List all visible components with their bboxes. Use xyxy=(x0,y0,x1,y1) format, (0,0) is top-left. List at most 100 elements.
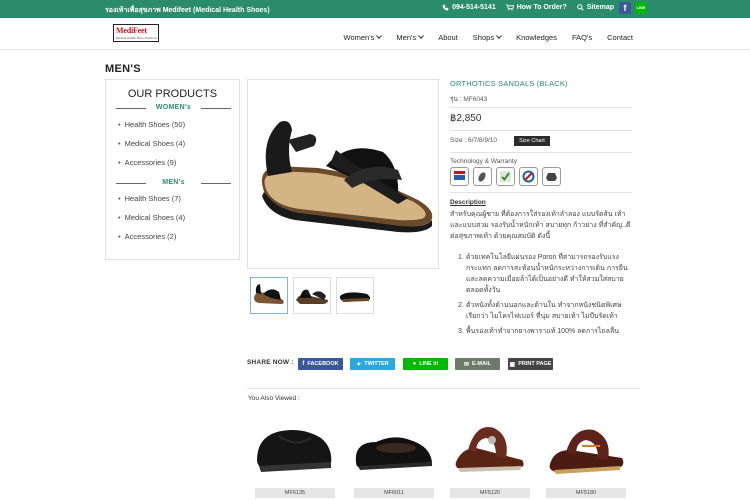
print-icon: ▣ xyxy=(509,361,516,368)
how-to-order-label: How To Order? xyxy=(516,4,567,11)
sandal-thumbnail-image xyxy=(339,292,371,302)
also-viewed-label: You Also Viewed : xyxy=(248,395,300,402)
logo-subtitle: Medical Health Shoe Solutions xyxy=(116,36,157,40)
technology-icons xyxy=(450,167,561,186)
line-icon[interactable]: LINE xyxy=(635,2,647,14)
share-facebook-button[interactable]: f FACEBOOK xyxy=(298,358,343,370)
social-links: f LINE xyxy=(619,2,647,14)
sidebar-item-women-accessories[interactable]: Accessories (9) xyxy=(118,158,177,167)
site-header: MediFeet Medical Health Shoe Solutions W… xyxy=(0,18,750,50)
nav-shops-label: Shops xyxy=(472,33,495,42)
divider xyxy=(450,107,632,108)
nav-about-label: About xyxy=(438,33,458,42)
share-label: SHARE NOW : xyxy=(247,359,294,366)
search-icon xyxy=(576,4,584,11)
main-nav: Women's Men's About Shops Knowledges FAQ… xyxy=(344,33,633,42)
sidebar-category-men: MEN's xyxy=(116,179,231,186)
nav-contact[interactable]: Contact xyxy=(607,33,633,42)
logo-text: MediFeet xyxy=(116,26,147,35)
divider xyxy=(450,130,632,131)
nav-knowledges[interactable]: Knowledges xyxy=(516,33,557,42)
nav-shops[interactable]: Shops xyxy=(472,33,502,42)
how-to-order-link[interactable]: How To Order? xyxy=(505,4,567,11)
top-bar: รองเท้าเพื่อสุขภาพ Medifeet (Medical Hea… xyxy=(0,0,750,18)
nav-faqs[interactable]: FAQ's xyxy=(572,33,592,42)
sitemap-link[interactable]: Sitemap xyxy=(576,4,614,11)
product-size: Size : 6/7/8/9/10 xyxy=(450,137,497,144)
top-links: 094-514-5141 How To Order? Sitemap xyxy=(442,4,642,11)
product-thumbnail-1[interactable] xyxy=(250,277,288,314)
print-page-label: PRINT PAGE xyxy=(518,361,552,367)
sidebar-category-women: WOMEN's xyxy=(116,104,231,111)
share-line-button[interactable]: ● LINE it! xyxy=(403,358,448,370)
product-thumbnail-3[interactable] xyxy=(336,277,374,314)
facebook-icon: f xyxy=(302,361,305,367)
print-page-button[interactable]: ▣ PRINT PAGE xyxy=(508,358,553,370)
sidebar-item-women-medical-shoes[interactable]: Medical Shoes (4) xyxy=(118,139,185,148)
site-tagline: รองเท้าเพื่อสุขภาพ Medifeet (Medical Hea… xyxy=(105,7,270,14)
share-email-label: E-MAIL xyxy=(472,361,491,367)
sandal-thumbnail-image xyxy=(296,289,328,304)
chevron-down-icon xyxy=(496,33,502,39)
nav-mens-label: Men's xyxy=(396,33,417,42)
related-product-image xyxy=(355,437,432,470)
related-product-image xyxy=(455,426,524,472)
site-logo[interactable]: MediFeet Medical Health Shoe Solutions xyxy=(113,24,159,42)
share-twitter-button[interactable]: ✦ TWITTER xyxy=(350,358,395,370)
nav-faqs-label: FAQ's xyxy=(571,33,593,42)
sandal-image xyxy=(261,121,433,233)
phone-link[interactable]: 094-514-5141 xyxy=(442,4,496,11)
anti-slip-icon xyxy=(519,167,538,186)
divider xyxy=(450,152,632,153)
sidebar-item-men-accessories[interactable]: Accessories (2) xyxy=(118,232,177,241)
size-chart-button[interactable]: Size Chart xyxy=(514,136,550,146)
product-thumbnail-2[interactable] xyxy=(293,277,331,314)
feature-item: 3. พื้นรองเท้าทำจากยางพาราแท้ 100% ลดการไ… xyxy=(458,328,620,335)
sitemap-label: Sitemap xyxy=(586,4,614,11)
nav-womens-label: Women's xyxy=(343,33,375,42)
feature-text: ด้วยเทคโนโลยีแผ่นรอง Poron ที่สามารถรองร… xyxy=(466,254,628,294)
related-product-card[interactable]: MF6135 xyxy=(251,408,335,498)
feature-item: 1. ด้วยเทคโนโลยีแผ่นรอง Poron ที่สามารถรอ… xyxy=(458,254,628,294)
nav-knowledges-label: Knowledges xyxy=(516,33,557,42)
product-name: ORTHOTICS SANDALS (BLACK) xyxy=(450,79,568,88)
phone-number: 094-514-5141 xyxy=(452,4,496,11)
product-code: รุ่น : MF6043 xyxy=(450,96,488,103)
poron-icon xyxy=(450,167,469,186)
sidebar-item-women-health-shoes[interactable]: Health Shoes (50) xyxy=(118,120,185,129)
warranty-icon xyxy=(542,167,561,186)
feature-item: 2. ตัวหนังทั้งด้านนอกและด้านใน ทำจากหนังช… xyxy=(458,302,622,320)
nav-contact-label: Contact xyxy=(607,33,633,42)
cart-icon xyxy=(505,4,514,11)
nav-mens[interactable]: Men's xyxy=(396,33,425,42)
twitter-icon: ✦ xyxy=(356,361,362,368)
product-category-sidebar: OUR PRODUCTS WOMEN's Health Shoes (50) M… xyxy=(105,79,240,260)
related-product-image xyxy=(549,429,624,474)
nav-about[interactable]: About xyxy=(438,33,458,42)
related-product-card[interactable]: MF5180 xyxy=(542,408,626,498)
share-line-label: LINE it! xyxy=(419,361,439,367)
description-label: Description xyxy=(450,199,486,206)
related-product-code: MF5120 xyxy=(450,488,530,498)
related-product-code: MF6135 xyxy=(255,488,335,498)
related-product-card[interactable]: MF6011 xyxy=(350,408,434,498)
feature-text: ตัวหนังทั้งด้านนอกและด้านใน ทำจากหนังชนิ… xyxy=(466,302,622,320)
sidebar-item-men-health-shoes[interactable]: Health Shoes (7) xyxy=(118,194,181,203)
facebook-icon[interactable]: f xyxy=(619,2,631,14)
nav-womens[interactable]: Women's xyxy=(343,33,383,42)
related-product-card[interactable]: MF5120 xyxy=(446,408,530,498)
sidebar-item-men-medical-shoes[interactable]: Medical Shoes (4) xyxy=(118,213,185,222)
email-icon: ✉ xyxy=(464,361,470,368)
footprint-icon xyxy=(473,167,492,186)
share-facebook-label: FACEBOOK xyxy=(307,361,339,367)
share-email-button[interactable]: ✉ E-MAIL xyxy=(455,358,500,370)
check-icon xyxy=(496,167,515,186)
chevron-down-icon xyxy=(376,33,383,39)
sidebar-title: OUR PRODUCTS xyxy=(127,88,218,100)
divider xyxy=(450,192,632,193)
technology-label: Technology & Warranty xyxy=(450,158,517,165)
product-main-image[interactable] xyxy=(247,79,439,269)
sandal-thumbnail-image xyxy=(254,284,284,304)
page-title: MEN'S xyxy=(105,63,141,75)
product-description: สำหรับคุณผู้ชาย ที่ต้องการใส่รองเท้าลำลอ… xyxy=(450,211,631,240)
